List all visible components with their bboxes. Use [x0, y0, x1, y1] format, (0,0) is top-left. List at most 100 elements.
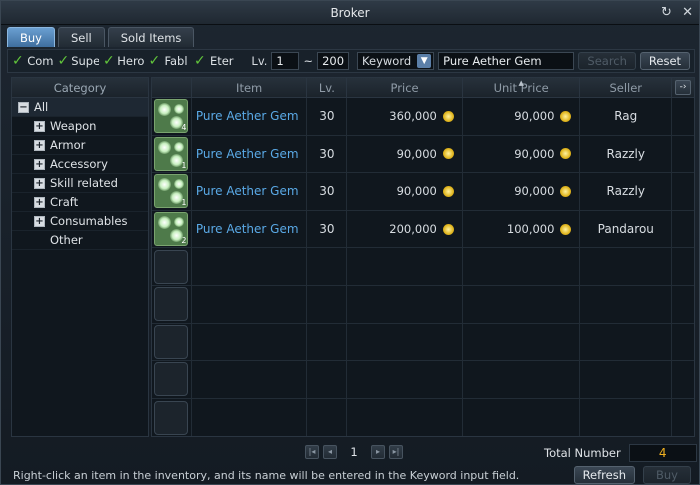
item-name[interactable]: Pure Aether Gem	[192, 173, 308, 210]
item-name[interactable]: Pure Aether Gem	[192, 210, 308, 248]
filter-bar: ✓ Com ✓ Supe ✓ Hero ✓ Fabl ✓ Eter Lv. 1 ~ 200…	[7, 49, 695, 73]
stack-count: 1	[181, 198, 187, 208]
kinah-coin-icon	[560, 148, 572, 160]
check-icon: ✓	[57, 53, 70, 69]
empty-row	[152, 248, 694, 286]
buy-button[interactable]: Buy	[643, 466, 691, 484]
reset-button[interactable]: Reset	[639, 52, 691, 70]
filter-eternal-checkbox[interactable]: ✓ Eter	[194, 53, 235, 69]
more-columns-button[interactable]: -›	[675, 80, 692, 95]
item-name[interactable]: Pure Aether Gem	[192, 135, 308, 173]
expand-icon[interactable]: +	[34, 215, 45, 227]
search-type-select[interactable]: Keyword ▼	[357, 52, 435, 70]
category-other[interactable]: Other	[12, 231, 148, 250]
empty-row	[152, 361, 694, 399]
expand-icon[interactable]: +	[34, 120, 45, 132]
category-weapon[interactable]: + Weapon	[12, 117, 148, 136]
pagination: |◂ ◂ 1 ▸ ▸|	[305, 445, 403, 459]
sort-asc-icon: ▲	[518, 79, 524, 87]
aether-gem-icon[interactable]: 2	[154, 212, 189, 247]
table-row[interactable]: 4 Pure Aether Gem 30 360,000 90,000 Rag	[152, 98, 694, 136]
kinah-coin-icon	[442, 185, 454, 197]
category-armor[interactable]: + Armor	[12, 136, 148, 155]
refresh-button[interactable]: Refresh	[573, 466, 635, 484]
column-icon	[152, 78, 192, 97]
restore-icon[interactable]: ↻	[661, 5, 672, 20]
category-header: Category	[12, 78, 148, 98]
aether-gem-icon[interactable]: 4	[154, 99, 189, 134]
tab-sell[interactable]: Sell	[57, 27, 105, 47]
table-row[interactable]: 1 Pure Aether Gem 30 90,000 90,000 Razzl…	[152, 135, 694, 174]
table-header: Item Lv. Price ▲ Unit Price Seller -›	[152, 78, 694, 98]
category-consumables[interactable]: + Consumables	[12, 212, 148, 231]
category-all[interactable]: − All	[12, 98, 148, 117]
broker-window: Broker ↻ ✕ Buy Sell Sold Items ✓ Com ✓ Sup…	[0, 0, 700, 485]
expand-icon[interactable]: +	[34, 139, 45, 151]
total-number: Total Number 4	[544, 444, 697, 462]
close-icon[interactable]: ✕	[682, 5, 693, 20]
stack-count: 4	[181, 123, 187, 133]
empty-slot	[154, 287, 189, 322]
total-number-value: 4	[628, 444, 697, 462]
item-price: 360,000	[347, 98, 463, 135]
level-label: Lv.	[251, 54, 268, 68]
empty-row	[152, 285, 694, 324]
aether-gem-icon[interactable]: 1	[154, 174, 189, 209]
tab-sold-items[interactable]: Sold Items	[107, 27, 195, 47]
item-level: 30	[307, 210, 348, 248]
tab-buy[interactable]: Buy	[7, 27, 55, 47]
keyword-hint-text: Right-click an item in the inventory, an…	[13, 469, 520, 482]
item-name[interactable]: Pure Aether Gem	[192, 98, 308, 135]
last-page-button[interactable]: ▸|	[389, 445, 403, 459]
check-icon: ✓	[102, 53, 115, 69]
kinah-coin-icon	[560, 110, 572, 122]
column-price[interactable]: Price	[347, 78, 463, 97]
kinah-coin-icon	[442, 110, 454, 122]
keyword-input[interactable]: Pure Aether Gem	[438, 52, 575, 70]
check-icon: ✓	[12, 53, 24, 69]
window-controls: ↻ ✕	[655, 1, 693, 25]
filter-heroic-checkbox[interactable]: ✓ Hero	[103, 53, 144, 69]
aether-gem-icon[interactable]: 1	[154, 136, 189, 171]
category-craft[interactable]: + Craft	[12, 193, 148, 212]
category-skill-related[interactable]: + Skill related	[12, 174, 148, 193]
column-unit-price[interactable]: ▲ Unit Price	[463, 78, 581, 97]
item-unit-price: 90,000	[463, 135, 581, 173]
level-min-input[interactable]: 1	[271, 52, 300, 70]
prev-page-button[interactable]: ◂	[323, 445, 337, 459]
filter-superior-checkbox[interactable]: ✓ Supe	[57, 53, 98, 69]
item-unit-price: 90,000	[463, 173, 581, 210]
stack-count: 1	[181, 160, 187, 170]
item-seller: Razzly	[580, 135, 673, 173]
table-row[interactable]: 2 Pure Aether Gem 30 200,000 100,000 Pan…	[152, 210, 694, 249]
expand-icon[interactable]: +	[34, 158, 45, 170]
next-page-button[interactable]: ▸	[371, 445, 385, 459]
expand-icon[interactable]: +	[34, 177, 45, 189]
empty-row	[152, 323, 694, 362]
title-bar[interactable]: Broker ↻ ✕	[1, 1, 699, 25]
item-seller: Pandarou	[580, 210, 673, 248]
column-level[interactable]: Lv.	[307, 78, 348, 97]
kinah-coin-icon	[442, 223, 454, 235]
search-button[interactable]: Search	[578, 52, 636, 70]
level-max-input[interactable]: 200	[317, 52, 350, 70]
table-row[interactable]: 1 Pure Aether Gem 30 90,000 90,000 Razzl…	[152, 173, 694, 211]
filter-common-checkbox[interactable]: ✓ Com	[12, 53, 53, 69]
collapse-icon[interactable]: −	[18, 101, 29, 113]
check-icon: ✓	[148, 53, 161, 69]
filter-fabled-checkbox[interactable]: ✓ Fabl	[148, 53, 189, 69]
item-level: 30	[307, 98, 348, 135]
check-icon: ✓	[193, 53, 206, 69]
first-page-button[interactable]: |◂	[305, 445, 319, 459]
item-price: 200,000	[347, 210, 463, 248]
column-item[interactable]: Item	[192, 78, 308, 97]
chevron-down-icon: ▼	[417, 54, 432, 68]
expand-icon[interactable]: +	[34, 196, 45, 208]
category-accessory[interactable]: + Accessory	[12, 155, 148, 174]
kinah-coin-icon	[560, 185, 572, 197]
action-buttons: Refresh Buy	[573, 466, 691, 484]
column-more: -›	[672, 78, 694, 97]
kinah-coin-icon	[560, 223, 572, 235]
kinah-coin-icon	[442, 148, 454, 160]
column-seller[interactable]: Seller	[580, 78, 673, 97]
